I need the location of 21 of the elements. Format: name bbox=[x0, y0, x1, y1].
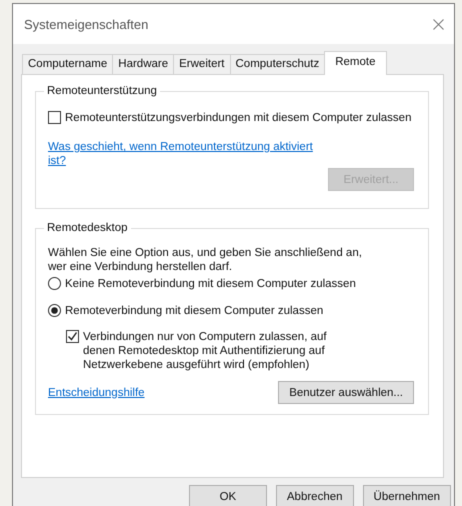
tab[interactable]: Computername bbox=[22, 54, 114, 74]
description-text: Wählen Sie eine Option aus, und geben Sie anschließend an, wer eine Verbindung herstellen darf. bbox=[48, 246, 363, 274]
radio-button[interactable] bbox=[48, 277, 61, 290]
cancel-button[interactable]: Abbrechen bbox=[276, 485, 354, 506]
ok-button[interactable]: OK bbox=[188, 485, 267, 506]
option-label: Remoteverbindung mit diesem Computer zulassen bbox=[65, 304, 324, 318]
checkbox-label: Remoteunterstützungsverbindungen mit diesem Computer zulassen bbox=[65, 111, 412, 125]
group-title: Remotedesktop bbox=[46, 222, 129, 234]
checkbox[interactable] bbox=[48, 111, 61, 124]
help-link[interactable]: Entscheidungshilfe bbox=[48, 386, 145, 400]
radio-button[interactable] bbox=[48, 304, 61, 317]
close-icon[interactable] bbox=[433, 18, 444, 30]
checkbox-label: Verbindungen nur von Computern zulassen, auf denen Remotedesktop mit Authentifizierung auf Netzwerkebene ausgeführt wird (empfohlen) bbox=[83, 330, 328, 372]
checkbox[interactable] bbox=[66, 330, 79, 343]
option-label: Keine Remoteverbindung mit diesem Computer zulassen bbox=[65, 277, 356, 291]
group-title: Remoteunterstützung bbox=[46, 85, 158, 97]
window-title: Systemeigenschaften bbox=[24, 16, 148, 32]
help-link[interactable]: Was geschieht, wenn Remoteunterstützung aktiviert ist? bbox=[48, 140, 323, 168]
select-users-button[interactable]: Benutzer auswählen... bbox=[278, 381, 414, 404]
apply-button[interactable]: Übernehmen bbox=[362, 485, 451, 506]
tab[interactable]: Remote bbox=[324, 51, 387, 75]
